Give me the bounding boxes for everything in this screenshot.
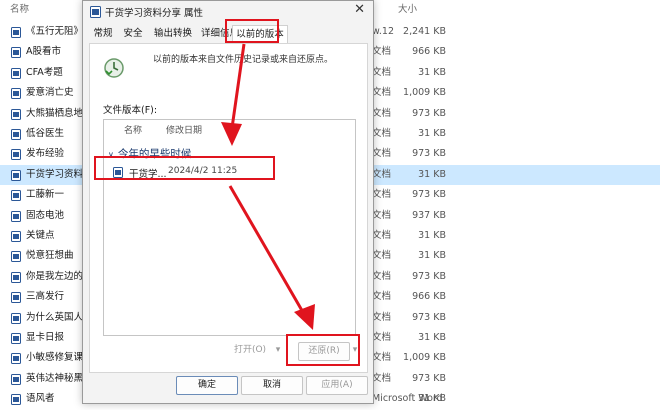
annotation-arrowhead-1 bbox=[221, 122, 242, 146]
annotation-arrow-2 bbox=[228, 185, 306, 315]
annotation-arrows bbox=[221, 43, 315, 330]
annotation-arrowhead-2 bbox=[294, 304, 315, 330]
annotation-arrow-1 bbox=[230, 43, 246, 129]
